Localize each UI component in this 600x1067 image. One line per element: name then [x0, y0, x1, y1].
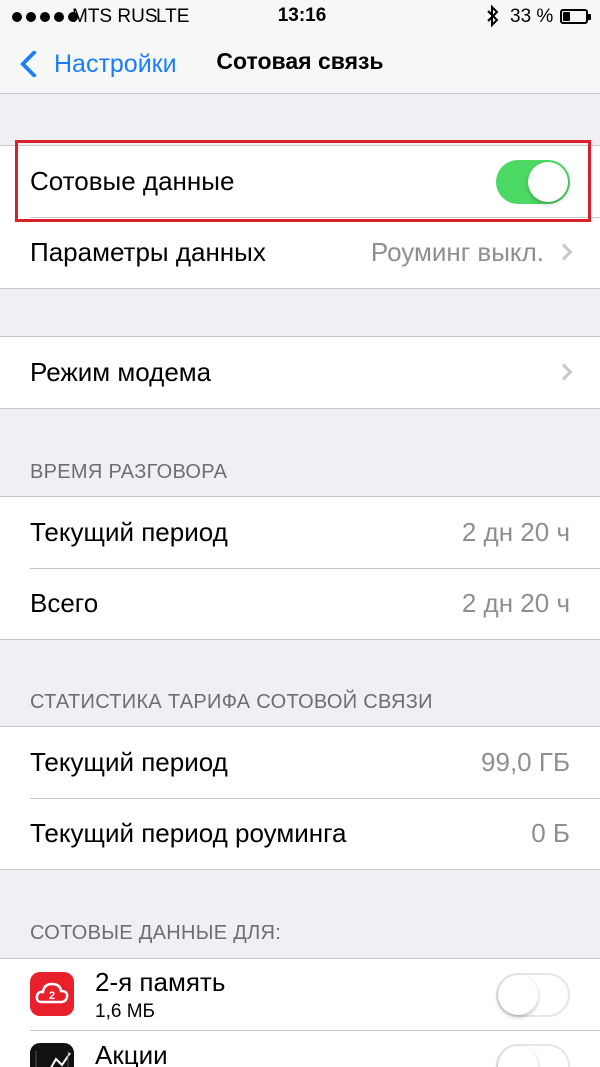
apps-header: СОТОВЫЕ ДАННЫЕ ДЛЯ: — [30, 922, 282, 944]
usage-current-row: Текущий период 99,0 ГБ — [0, 727, 600, 798]
usage-current-label: Текущий период — [30, 747, 228, 777]
call-time-current-row: Текущий период 2 дн 20 ч — [0, 497, 600, 568]
toggle-knob — [498, 974, 538, 1015]
apps-group: 2 2-я память 1,6 МБ Акции — [0, 958, 600, 1067]
usage-current-value: 99,0 ГБ — [481, 747, 570, 777]
clock: 13:16 — [277, 5, 327, 26]
signal-strength-icon — [12, 12, 78, 22]
usage-roaming-label: Текущий период роуминга — [30, 818, 347, 848]
usage-roaming-row: Текущий период роуминга 0 Б — [0, 798, 600, 869]
carrier-name: MTS RUS — [72, 6, 158, 27]
usage-roaming-value: 0 Б — [531, 818, 570, 848]
battery-percent: 33 % — [510, 6, 554, 27]
app-name: Акции — [95, 1040, 168, 1067]
app-name: 2-я память — [95, 967, 226, 997]
highlight-frame — [15, 140, 591, 222]
chevron-right-icon — [555, 363, 573, 381]
app-data-toggle[interactable] — [496, 1044, 570, 1067]
data-options-label: Параметры данных — [30, 237, 266, 267]
app-data-toggle[interactable] — [496, 972, 570, 1017]
app-size: 1,6 МБ — [95, 1001, 155, 1022]
navigation-bar: Настройки Сотовая связь — [0, 34, 600, 94]
modem-label: Режим модема — [30, 357, 212, 387]
toggle-knob — [498, 1046, 538, 1067]
battery-level — [563, 12, 570, 21]
page-title: Сотовая связь — [216, 48, 384, 74]
network-type: LTE — [156, 6, 190, 27]
modem-row[interactable]: Режим модема — [0, 337, 600, 408]
stocks-icon — [30, 1043, 74, 1067]
usage-header: СТАТИСТИКА ТАРИФА СОТОВОЙ СВЯЗИ — [30, 691, 433, 713]
bluetooth-icon — [486, 4, 500, 33]
call-time-total-label: Всего — [30, 588, 99, 618]
data-options-value: Роуминг выкл. — [370, 237, 544, 267]
call-time-total-value: 2 дн 20 ч — [461, 588, 570, 618]
call-time-group: Текущий период 2 дн 20 ч Всего 2 дн 20 ч — [0, 496, 600, 640]
call-time-total-row: Всего 2 дн 20 ч — [0, 568, 600, 639]
modem-group: Режим модема — [0, 336, 600, 409]
call-time-current-label: Текущий период — [30, 517, 228, 547]
usage-group: Текущий период 99,0 ГБ Текущий период ро… — [0, 726, 600, 870]
chevron-right-icon — [555, 243, 573, 261]
list-item: Акции — [0, 1030, 600, 1067]
call-time-header: ВРЕМЯ РАЗГОВОРА — [30, 461, 228, 483]
status-bar: MTS RUS LTE 13:16 33 % — [0, 0, 600, 34]
svg-text:2: 2 — [49, 990, 55, 1002]
call-time-current-value: 2 дн 20 ч — [461, 517, 570, 547]
list-item: 2 2-я память 1,6 МБ — [0, 959, 600, 1030]
cloud-2-icon: 2 — [30, 972, 74, 1016]
data-options-row[interactable]: Параметры данных Роуминг выкл. — [0, 217, 600, 288]
battery-icon — [560, 9, 591, 24]
